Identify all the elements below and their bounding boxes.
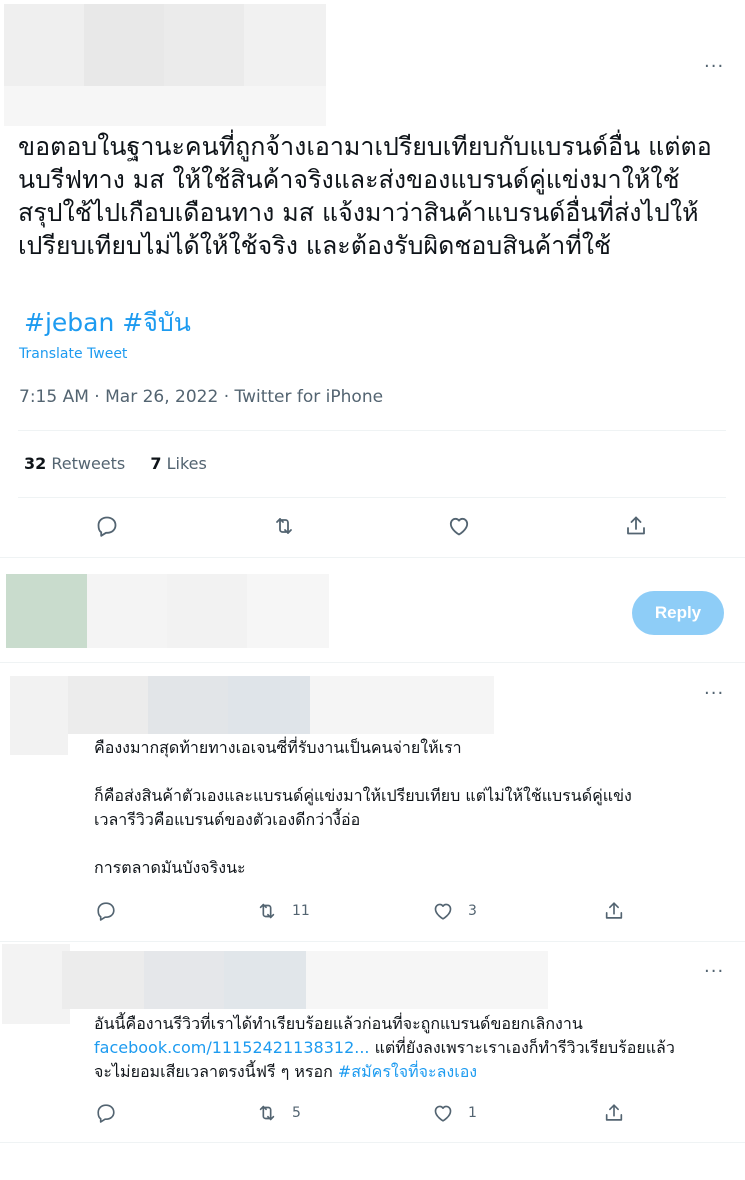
composer-input-blur[interactable] bbox=[247, 574, 329, 648]
divider bbox=[0, 662, 745, 663]
tweet-stats: 32 Retweets 7 Likes bbox=[24, 454, 227, 473]
reply-icon[interactable] bbox=[95, 514, 123, 542]
share-icon[interactable] bbox=[624, 514, 652, 542]
tweet-date[interactable]: Mar 26, 2022 bbox=[105, 387, 218, 407]
share-icon[interactable] bbox=[603, 900, 625, 922]
reply-text: อันนี้คืองานรีวิวที่เราได้ทำเรียบร้อยแล้… bbox=[94, 1012, 734, 1084]
name-blur bbox=[224, 951, 306, 1009]
share-icon[interactable] bbox=[603, 1102, 625, 1124]
likes-label: Likes bbox=[166, 454, 207, 473]
handle-blur bbox=[4, 86, 326, 126]
tweet-time[interactable]: 7:15 AM bbox=[19, 387, 89, 407]
more-options-icon[interactable]: ··· bbox=[704, 58, 724, 76]
retweets-stat[interactable]: 32 Retweets bbox=[24, 454, 125, 473]
more-options-icon[interactable]: ··· bbox=[704, 685, 724, 703]
tweet-timestamp: 7:15 AM · Mar 26, 2022 · Twitter for iPh… bbox=[19, 387, 383, 407]
name-blur bbox=[62, 951, 144, 1009]
avatar-blur bbox=[10, 676, 68, 755]
tweet-text: ขอตอบในฐานะคนที่ถูกจ้างเอามาเปรียบเทียบก… bbox=[18, 132, 712, 260]
retweets-label: Retweets bbox=[51, 454, 126, 473]
avatar-blur bbox=[2, 944, 70, 1024]
like-button[interactable]: 3 bbox=[432, 900, 477, 922]
hashtag-link[interactable]: #จีบัน bbox=[122, 308, 191, 337]
composer-input-blur[interactable] bbox=[87, 574, 167, 648]
divider bbox=[0, 1142, 745, 1143]
name-blur bbox=[228, 676, 310, 734]
composer-avatar-blur bbox=[6, 574, 87, 648]
like-count: 1 bbox=[468, 1105, 477, 1121]
name-blur bbox=[148, 676, 228, 734]
like-icon bbox=[434, 1105, 452, 1122]
avatar-blur bbox=[4, 4, 84, 86]
like-button[interactable]: 1 bbox=[432, 1102, 477, 1124]
divider bbox=[0, 557, 745, 558]
retweet-button[interactable]: 5 bbox=[256, 1102, 301, 1124]
more-options-icon[interactable]: ··· bbox=[704, 963, 724, 981]
retweet-button[interactable]: 11 bbox=[256, 900, 310, 922]
separator: · bbox=[223, 387, 230, 407]
reply-text: คืองงมากสุดท้ายทางเอเจนซี่ที่รับงานเป็นค… bbox=[94, 738, 632, 877]
retweet-icon bbox=[259, 1105, 275, 1121]
reply-text-part: อันนี้คืองานรีวิวที่เราได้ทำเรียบร้อยแล้… bbox=[94, 1014, 583, 1033]
tweet-source[interactable]: Twitter for iPhone bbox=[235, 387, 384, 407]
retweets-count: 32 bbox=[24, 454, 47, 473]
retweet-icon[interactable] bbox=[272, 514, 300, 542]
handle-blur bbox=[310, 676, 494, 734]
divider bbox=[18, 430, 726, 431]
handle-blur bbox=[306, 951, 548, 1009]
name-blur bbox=[144, 951, 224, 1009]
hashtag-link[interactable]: #สมัครใจที่จะลงเอง bbox=[338, 1062, 477, 1081]
reply-button[interactable]: Reply bbox=[632, 591, 724, 635]
separator: · bbox=[94, 387, 100, 407]
likes-count: 7 bbox=[150, 454, 162, 473]
like-icon bbox=[434, 903, 452, 920]
divider bbox=[0, 941, 745, 942]
name-blur bbox=[164, 4, 244, 86]
hashtag-link[interactable]: #jeban bbox=[24, 308, 114, 337]
composer-input-blur[interactable] bbox=[167, 574, 247, 648]
like-count: 3 bbox=[468, 903, 477, 919]
name-blur bbox=[68, 676, 148, 734]
likes-stat[interactable]: 7 Likes bbox=[150, 454, 206, 473]
retweet-count: 5 bbox=[292, 1105, 301, 1121]
reply-icon[interactable] bbox=[95, 900, 117, 922]
tweet-hashtags: #jeban #จีบัน bbox=[24, 308, 191, 338]
name-blur bbox=[84, 4, 164, 86]
like-icon[interactable] bbox=[447, 514, 475, 542]
retweet-icon bbox=[259, 903, 275, 919]
retweet-count: 11 bbox=[292, 903, 310, 919]
facebook-link[interactable]: facebook.com/11152421138312... bbox=[94, 1038, 370, 1057]
reply-icon[interactable] bbox=[95, 1102, 117, 1124]
translate-tweet-link[interactable]: Translate Tweet bbox=[19, 346, 127, 362]
divider bbox=[18, 497, 726, 498]
name-blur bbox=[244, 4, 326, 86]
